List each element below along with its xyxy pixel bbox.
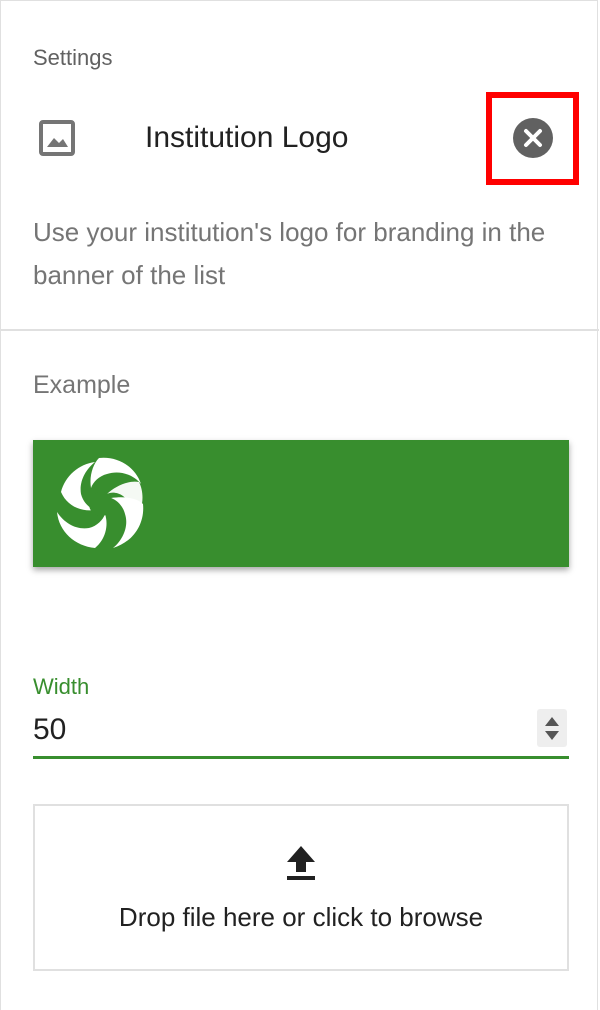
section-title: Settings <box>33 45 113 70</box>
increment-icon[interactable] <box>545 717 559 726</box>
remove-logo-button[interactable] <box>513 118 553 158</box>
image-icon <box>38 119 76 157</box>
dropzone-text: Drop file here or click to browse <box>118 902 484 932</box>
section-divider <box>1 329 599 331</box>
width-label: Width <box>33 674 90 699</box>
item-title: Institution Logo <box>145 121 349 154</box>
width-value[interactable]: 50 <box>33 713 66 747</box>
upload-icon <box>287 846 315 880</box>
width-input[interactable]: 50 <box>33 707 569 759</box>
settings-panel: Settings Institution Logo Use your insti… <box>0 0 599 1010</box>
example-banner <box>33 440 569 567</box>
example-label: Example <box>33 371 131 399</box>
file-dropzone[interactable]: Drop file here or click to browse <box>33 804 569 971</box>
decrement-icon[interactable] <box>545 731 559 740</box>
item-description: Use your institution's logo for branding… <box>33 217 546 290</box>
close-icon <box>524 129 542 147</box>
width-stepper[interactable] <box>537 709 567 747</box>
swirl-logo-icon <box>57 457 144 548</box>
